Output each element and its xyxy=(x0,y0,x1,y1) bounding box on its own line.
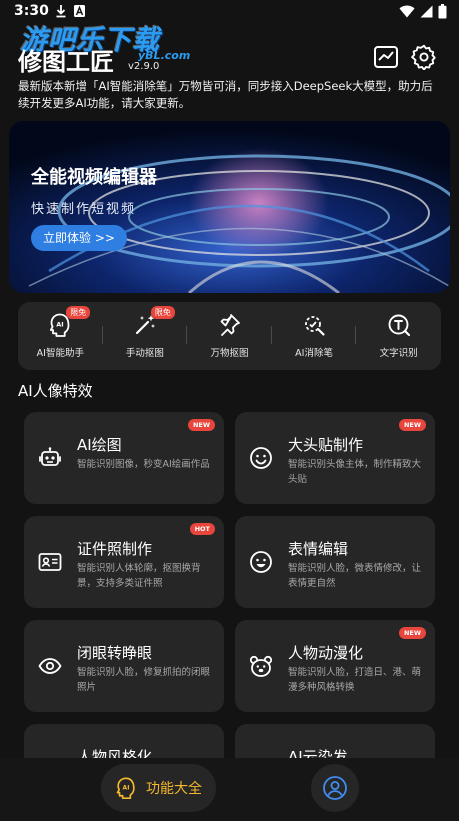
tool-ai-eraser[interactable]: AI消除笔 xyxy=(272,302,357,370)
tool-manual-cutout[interactable]: 手动抠图 限免 xyxy=(103,302,188,370)
free-badge: 限免 xyxy=(66,306,91,319)
new-badge: NEW xyxy=(398,419,426,431)
eraser-scan-icon xyxy=(305,316,325,336)
download-icon xyxy=(56,5,66,18)
card-desc: 智能识别图像，秒变AI绘画作品 xyxy=(77,459,210,470)
eye-icon xyxy=(38,658,62,674)
new-badge: NEW xyxy=(398,627,426,639)
card-desc: 智能识别人脸，微表情修改，让表情更自然 xyxy=(288,563,422,589)
banner-subtitle: 快速制作短视频 xyxy=(31,202,137,217)
card-title: 表情编辑 xyxy=(288,540,349,558)
tool-label: AI智能助手 xyxy=(36,348,84,359)
tool-object-cutout[interactable]: 万物抠图 xyxy=(187,302,272,370)
tool-label: 万物抠图 xyxy=(210,348,249,359)
tool-label: AI消除笔 xyxy=(295,348,333,359)
all-features-label: 功能大全 xyxy=(146,781,202,797)
card-photo-sticker[interactable]: 大头贴制作 智能识别头像主体，制作精致大头贴 NEW xyxy=(235,412,435,504)
tool-label: 手动抠图 xyxy=(125,348,164,359)
card-title: 大头贴制作 xyxy=(288,436,364,454)
hot-badge: HOT xyxy=(189,523,215,535)
card-ai-drawing[interactable]: AI绘图 智能识别图像，秒变AI绘画作品 NEW xyxy=(24,412,224,504)
card-desc: 智能识别人脸，打造日、港、萌漫多种风格转换 xyxy=(288,667,422,693)
tool-ai-assistant[interactable]: AI AI智能助手 限免 xyxy=(18,302,103,370)
card-desc: 智能识别人体轮廓，抠图换背景，支持多类证件照 xyxy=(77,563,201,589)
ai-head-icon: AI xyxy=(116,777,135,799)
emoji-icon xyxy=(250,551,272,573)
smile-icon xyxy=(250,447,272,469)
free-badge: 限免 xyxy=(150,306,175,319)
chart-icon xyxy=(374,46,398,68)
card-desc: 智能识别人脸，修复抓拍的闭眼照片 xyxy=(77,667,211,693)
robot-icon xyxy=(39,447,61,466)
card-id-photo[interactable]: 证件照制作 智能识别人体轮廓，抠图换背景，支持多类证件照 HOT xyxy=(24,516,224,608)
bear-icon xyxy=(249,655,273,677)
card-title: 人物动漫化 xyxy=(288,644,364,662)
card-title: AI绘图 xyxy=(77,436,122,454)
section-title: AI人像特效 xyxy=(18,382,93,400)
notification-a-icon xyxy=(74,5,85,17)
all-features-button[interactable]: AI 功能大全 xyxy=(101,764,216,812)
app-title: 修图工匠 xyxy=(18,48,114,76)
profile-button[interactable] xyxy=(311,764,359,812)
status-time: 3:30 xyxy=(14,3,49,19)
tool-text-recognition[interactable]: 文字识别 xyxy=(356,302,441,370)
app-version: v2.9.0 xyxy=(128,61,160,72)
id-card-icon xyxy=(38,553,62,571)
update-notice: 最新版本新增「AI智能消除笔」万物皆可消，同步接入DeepSeek大模型，助力后… xyxy=(18,79,433,110)
battery-icon xyxy=(438,4,447,19)
bottom-nav: AI 功能大全 xyxy=(0,758,459,821)
tool-label: 文字识别 xyxy=(379,348,418,359)
promo-banner[interactable]: 全能视频编辑器 快速制作短视频 立即体验 >> xyxy=(9,121,450,293)
chart-button[interactable] xyxy=(373,44,399,70)
text-recognition-icon xyxy=(388,314,410,337)
signal-icon xyxy=(420,5,433,18)
card-expression-edit[interactable]: 表情编辑 智能识别人脸，微表情修改，让表情更自然 xyxy=(235,516,435,608)
quick-tools: AI AI智能助手 限免 手动抠图 限免 万物抠图 AI消除笔 文字识别 xyxy=(18,302,441,370)
wifi-icon xyxy=(399,5,415,18)
card-anime-style[interactable]: 人物动漫化 智能识别人脸，打造日、港、萌漫多种风格转换 NEW xyxy=(235,620,435,712)
svg-text:AI: AI xyxy=(57,321,64,329)
pin-icon xyxy=(221,314,241,336)
gear-icon xyxy=(411,44,436,71)
card-title: 证件照制作 xyxy=(77,540,153,558)
card-open-eyes[interactable]: 闭眼转睁眼 智能识别人脸，修复抓拍的闭眼照片 xyxy=(24,620,224,712)
try-now-button[interactable]: 立即体验 >> xyxy=(31,225,127,251)
new-badge: NEW xyxy=(187,419,215,431)
card-desc: 智能识别头像主体，制作精致大头贴 xyxy=(288,459,422,485)
svg-text:AI: AI xyxy=(123,784,130,791)
user-icon xyxy=(323,776,347,800)
card-title: 闭眼转睁眼 xyxy=(77,644,153,662)
banner-title: 全能视频编辑器 xyxy=(31,167,157,188)
settings-button[interactable] xyxy=(411,44,437,71)
